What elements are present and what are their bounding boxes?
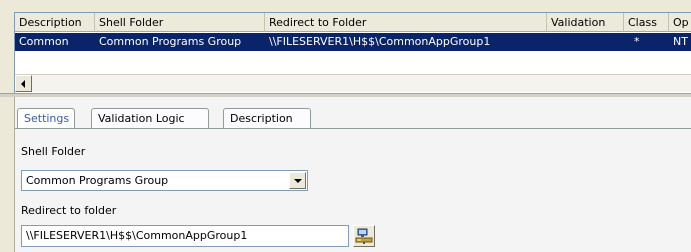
tab-description[interactable]: Description bbox=[223, 108, 311, 128]
tab-settings-label: Settings bbox=[24, 112, 70, 125]
scroll-left-button[interactable] bbox=[15, 75, 32, 92]
cell-description: Common bbox=[19, 35, 69, 48]
folder-redirection-grid[interactable]: Description Shell Folder Redirect to Fol… bbox=[14, 12, 691, 93]
network-folder-icon bbox=[355, 228, 373, 244]
column-header-validation[interactable]: Validation bbox=[547, 13, 624, 32]
horizontal-scrollbar[interactable] bbox=[15, 74, 691, 92]
dropdown-button[interactable] bbox=[289, 172, 306, 189]
details-panel: Settings Validation Logic Description Sh… bbox=[14, 97, 691, 252]
redirect-folder-input[interactable]: \\FILESERVER1\H$$\CommonAppGroup1 bbox=[21, 225, 349, 247]
cell-shell-folder: Common Programs Group bbox=[99, 35, 242, 48]
cell-validation bbox=[547, 33, 624, 51]
cell-class: * bbox=[634, 35, 640, 48]
shell-folder-value: Common Programs Group bbox=[26, 174, 169, 187]
column-header-shell-folder[interactable]: Shell Folder bbox=[95, 13, 265, 32]
table-row[interactable]: Common Common Programs Group \\FILESERVE… bbox=[15, 33, 691, 51]
column-header-redirect[interactable]: Redirect to Folder bbox=[265, 13, 547, 32]
cell-redirect: \\FILESERVER1\H$$\CommonAppGroup1 bbox=[269, 35, 491, 48]
shell-folder-select[interactable]: Common Programs Group bbox=[21, 170, 308, 191]
grid-header: Description Shell Folder Redirect to Fol… bbox=[15, 13, 691, 33]
shell-folder-label: Shell Folder bbox=[21, 145, 86, 158]
column-header-op[interactable]: Op bbox=[669, 13, 691, 32]
tab-validation-logic-label: Validation Logic bbox=[98, 112, 185, 125]
tab-validation-logic[interactable]: Validation Logic bbox=[91, 108, 209, 128]
column-header-description[interactable]: Description bbox=[15, 13, 95, 32]
browse-folder-button[interactable] bbox=[353, 225, 375, 247]
tab-description-label: Description bbox=[230, 112, 293, 125]
tab-settings[interactable]: Settings bbox=[17, 108, 75, 128]
arrow-left-icon bbox=[21, 80, 25, 88]
cell-op: NT bbox=[673, 35, 688, 48]
column-header-class[interactable]: Class bbox=[624, 13, 669, 32]
chevron-down-icon bbox=[294, 179, 302, 183]
redirect-folder-value: \\FILESERVER1\H$$\CommonAppGroup1 bbox=[26, 229, 248, 242]
redirect-folder-label: Redirect to folder bbox=[21, 204, 117, 217]
